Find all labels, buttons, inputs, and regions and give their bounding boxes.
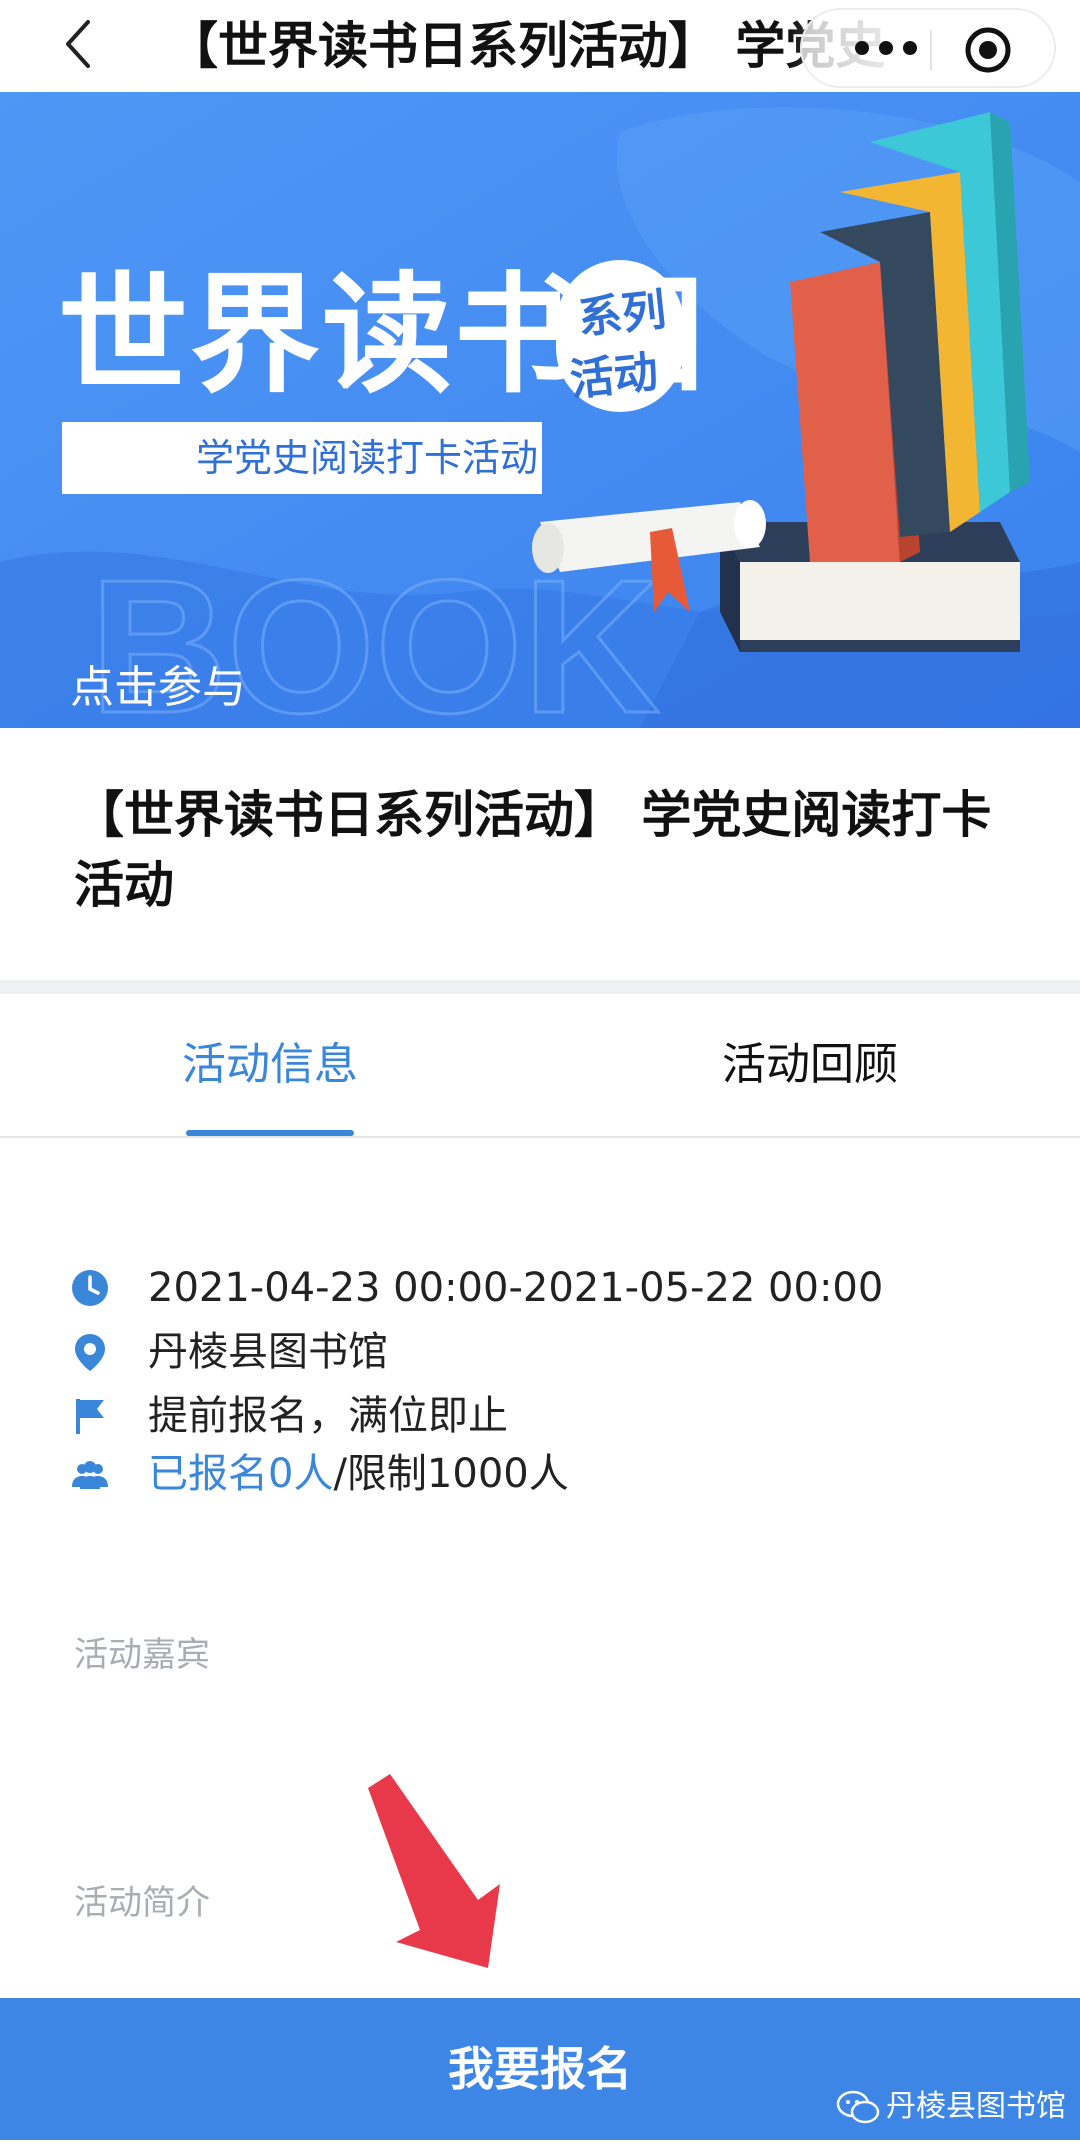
activity-info-panel: 2021-04-23 00:00-2021-05-22 00:00 丹棱县图书馆… — [0, 1138, 1080, 1998]
flag-icon — [76, 1399, 104, 1434]
banner-badge-line1: 系列 — [575, 284, 669, 345]
location-pin-icon — [75, 1334, 105, 1371]
chevron-left-icon[interactable] — [58, 14, 102, 74]
capsule-divider — [930, 30, 932, 70]
mini-program-capsule — [800, 8, 1056, 88]
active-tab-indicator — [186, 1130, 354, 1136]
activity-title-section: 【世界读书日系列活动】 学党史阅读打卡活动 — [0, 728, 1080, 980]
red-arrow-annotation — [368, 1774, 500, 1968]
target-close-icon[interactable] — [964, 26, 1012, 74]
info-row-people: 已报名0人/限制1000人 — [70, 1444, 1030, 1504]
banner-subtitle: 学党史阅读打卡活动 — [196, 436, 539, 480]
banner-badge-line2: 活动 — [567, 346, 661, 407]
watermark-text: 丹棱县图书馆 — [886, 2089, 1066, 2124]
wechat-icon — [836, 2090, 880, 2124]
activity-time: 2021-04-23 00:00-2021-05-22 00:00 — [148, 1265, 884, 1311]
tab-activity-info[interactable]: 活动信息 — [130, 994, 410, 1136]
registration-status: 已报名0人/限制1000人 — [148, 1444, 569, 1504]
banner-cta: 点击参与 — [70, 662, 246, 713]
activity-title: 【世界读书日系列活动】 学党史阅读打卡活动 — [74, 786, 992, 914]
bottom-edge — [0, 2140, 1080, 2152]
registered-count: 已报名0人 — [148, 1451, 334, 1497]
tab-activity-review[interactable]: 活动回顾 — [670, 994, 950, 1136]
people-icon — [72, 1461, 108, 1489]
activity-place: 丹棱县图书馆 — [148, 1329, 388, 1375]
activity-banner[interactable]: BOOK 世界读书日 学党史阅读打卡活动 系列 活动 点击参与 — [0, 92, 1080, 728]
more-dots-icon[interactable] — [846, 28, 926, 68]
clock-icon — [72, 1270, 108, 1306]
intro-label: 活动简介 — [74, 1883, 210, 1923]
info-row-place: 丹棱县图书馆 — [70, 1322, 1030, 1382]
section-divider — [0, 980, 1080, 994]
activity-rule: 提前报名，满位即止 — [148, 1393, 508, 1439]
tab-bar: 活动信息 活动回顾 — [0, 994, 1080, 1138]
info-row-rule: 提前报名，满位即止 — [70, 1386, 1030, 1446]
registration-limit: /限制1000人 — [333, 1451, 569, 1497]
top-navbar: 【世界读书日系列活动】 学党史 — [0, 0, 1080, 92]
guests-label: 活动嘉宾 — [74, 1635, 210, 1675]
info-row-time: 2021-04-23 00:00-2021-05-22 00:00 — [70, 1258, 1030, 1318]
